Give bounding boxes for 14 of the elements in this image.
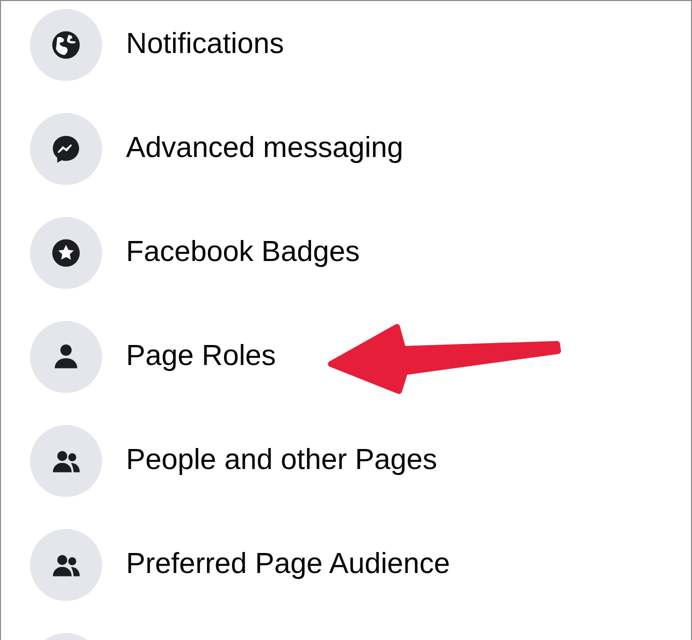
menu-item[interactable]: Facebook Badges	[30, 217, 691, 289]
menu-item-label: Page Roles	[126, 339, 276, 374]
menu-item-label: Facebook Badges	[126, 235, 360, 270]
menu-item-label: People and other Pages	[126, 443, 438, 478]
globe-icon	[51, 30, 81, 60]
menu-item[interactable]: Page Roles	[30, 321, 691, 393]
chat-bubble-icon	[51, 134, 81, 164]
menu-item[interactable]: Advanced messaging	[30, 113, 691, 185]
menu-item[interactable]: People and other Pages	[30, 425, 691, 497]
menu-item[interactable]: Notifications	[30, 9, 691, 81]
menu-item-label: Preferred Page Audience	[126, 547, 450, 582]
menu-item-label: Advanced messaging	[126, 131, 404, 166]
menu-item-label: Notifications	[126, 27, 284, 62]
menu-item[interactable]: Preferred Page Audience	[30, 529, 691, 601]
